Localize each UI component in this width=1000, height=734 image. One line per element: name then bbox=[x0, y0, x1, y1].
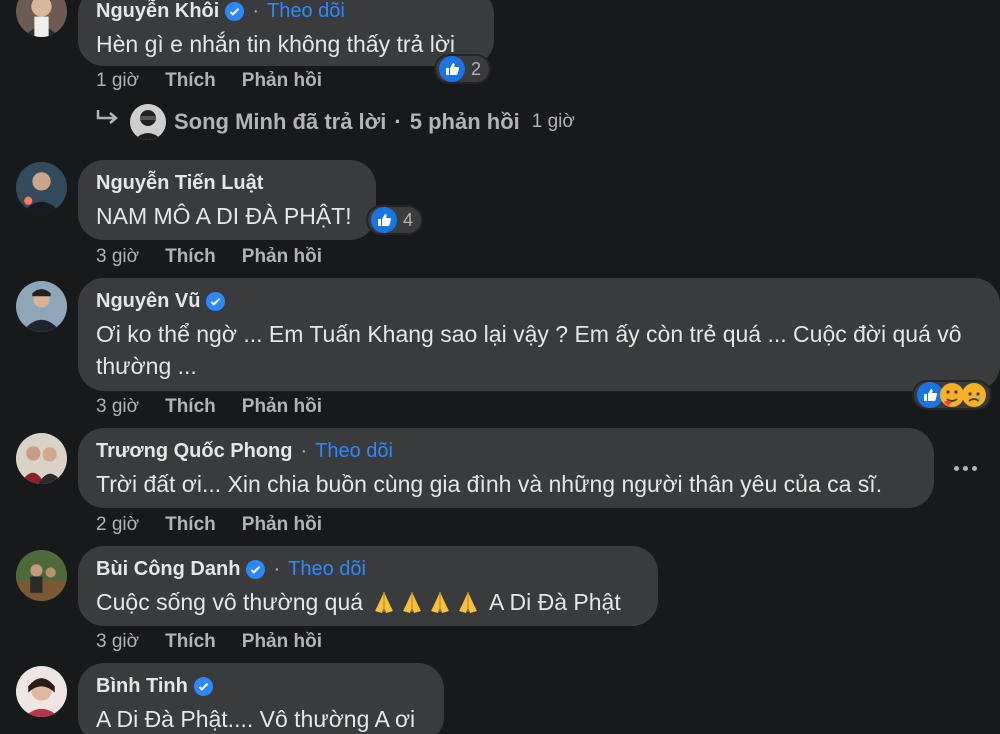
like-button[interactable]: Thích bbox=[165, 631, 216, 653]
comment-author[interactable]: Trương Quốc Phong bbox=[96, 438, 292, 464]
comment-text-main: Cuộc sống vô thường quá bbox=[96, 589, 364, 615]
comment-actions: 3 giờ Thích Phản hồi bbox=[96, 631, 322, 653]
like-icon bbox=[371, 207, 397, 233]
comment-text: Cuộc sống vô thường quá A Di Đà Phật bbox=[96, 586, 640, 618]
reply-button[interactable]: Phản hồi bbox=[242, 396, 322, 418]
separator-dot: · bbox=[300, 440, 308, 462]
replies-count: 5 phản hồi bbox=[409, 109, 520, 134]
comment-bubble: Nguyễn Khôi · Theo dõi Hèn gì e nhắn tin… bbox=[78, 0, 494, 66]
separator-dot: · bbox=[273, 558, 281, 580]
folded-hands-emoji-group bbox=[371, 589, 481, 615]
like-button[interactable]: Thích bbox=[165, 396, 216, 418]
verified-badge-icon bbox=[225, 1, 245, 21]
comment-bubble: Nguyễn Tiến Luật NAM MÔ A DI ĐÀ PHẬT! bbox=[78, 160, 376, 240]
comment-author[interactable]: Nguyên Vũ bbox=[96, 288, 200, 314]
like-icon bbox=[439, 56, 465, 82]
reaction-summary[interactable]: 2 bbox=[434, 54, 492, 84]
folded-hands-emoji bbox=[375, 592, 394, 613]
comment-actions: 3 giờ Thích Phản hồi bbox=[96, 396, 322, 418]
reply-button[interactable]: Phản hồi bbox=[242, 514, 322, 536]
reply-button[interactable]: Phản hồi bbox=[242, 70, 322, 92]
comment-text: Ơi ko thể ngờ ... Em Tuấn Khang sao lại … bbox=[96, 321, 962, 379]
folded-hands-emoji bbox=[431, 592, 450, 613]
avatar[interactable] bbox=[16, 666, 67, 717]
separator-dot: · bbox=[252, 0, 260, 22]
replies-time: 1 giờ bbox=[531, 111, 575, 132]
reaction-count: 4 bbox=[403, 209, 414, 230]
replies-summary: Song Minh đã trả lời bbox=[174, 109, 387, 134]
reply-arrow-icon bbox=[94, 107, 122, 137]
comment-time[interactable]: 3 giờ bbox=[96, 631, 139, 653]
comment-time[interactable]: 1 giờ bbox=[96, 70, 139, 92]
comment-author[interactable]: Bùi Công Danh bbox=[96, 556, 240, 582]
comment-time[interactable]: 3 giờ bbox=[96, 396, 139, 418]
avatar[interactable] bbox=[16, 281, 67, 332]
avatar[interactable] bbox=[16, 162, 67, 213]
comment-author[interactable]: Bình Tinh bbox=[96, 673, 188, 699]
avatar bbox=[130, 104, 166, 140]
comment-author[interactable]: Nguyễn Tiến Luật bbox=[96, 170, 263, 196]
comment-text: Hèn gì e nhắn tin không thấy trả lời bbox=[96, 31, 456, 57]
avatar[interactable] bbox=[16, 433, 67, 484]
reply-button[interactable]: Phản hồi bbox=[242, 631, 322, 653]
comment-actions: 3 giờ Thích Phản hồi bbox=[96, 246, 322, 268]
comment-bubble: Bình Tinh A Di Đà Phật.... Vô thường A ơ… bbox=[78, 663, 444, 734]
comment-actions: 2 giờ Thích Phản hồi bbox=[96, 514, 322, 536]
comment-time[interactable]: 2 giờ bbox=[96, 514, 139, 536]
folded-hands-emoji bbox=[403, 592, 422, 613]
verified-badge-icon bbox=[206, 291, 226, 311]
follow-button[interactable]: Theo dõi bbox=[288, 556, 366, 582]
like-button[interactable]: Thích bbox=[165, 514, 216, 536]
follow-button[interactable]: Theo dõi bbox=[315, 438, 393, 464]
separator-dot: · bbox=[394, 109, 402, 134]
comment-text: NAM MÔ A DI ĐÀ PHẬT! bbox=[96, 203, 352, 229]
avatar[interactable] bbox=[16, 0, 67, 37]
avatar[interactable] bbox=[16, 550, 67, 601]
reaction-summary[interactable]: 4 bbox=[366, 205, 424, 235]
comment-actions: 1 giờ Thích Phản hồi bbox=[96, 70, 322, 92]
comment-text: Trời đất ơi... Xin chia buồn cùng gia đì… bbox=[96, 471, 883, 497]
sad-icon bbox=[961, 382, 987, 408]
comment-bubble: Trương Quốc Phong · Theo dõi Trời đất ơi… bbox=[78, 428, 934, 508]
like-button[interactable]: Thích bbox=[165, 70, 216, 92]
comment-text-suffix: A Di Đà Phật bbox=[489, 589, 621, 615]
reaction-summary[interactable] bbox=[912, 380, 992, 410]
comment-time[interactable]: 3 giờ bbox=[96, 246, 139, 268]
more-options-icon[interactable] bbox=[948, 454, 982, 482]
like-button[interactable]: Thích bbox=[165, 246, 216, 268]
reaction-count: 2 bbox=[471, 58, 482, 79]
comment-author[interactable]: Nguyễn Khôi bbox=[96, 0, 219, 24]
verified-badge-icon bbox=[193, 676, 213, 696]
follow-button[interactable]: Theo dõi bbox=[267, 0, 345, 24]
verified-badge-icon bbox=[246, 559, 266, 579]
view-replies-link[interactable]: Song Minh đã trả lời · 5 phản hồi 1 giờ bbox=[94, 104, 575, 140]
comment-bubble: Nguyên Vũ Ơi ko thể ngờ ... Em Tuấn Khan… bbox=[78, 278, 1000, 391]
comments-feed: Nguyễn Khôi · Theo dõi Hèn gì e nhắn tin… bbox=[0, 0, 1000, 734]
folded-hands-emoji bbox=[459, 592, 478, 613]
comment-text: A Di Đà Phật.... Vô thường A ơi bbox=[96, 706, 416, 732]
comment-bubble: Bùi Công Danh · Theo dõi Cuộc sống vô th… bbox=[78, 546, 658, 626]
reply-button[interactable]: Phản hồi bbox=[242, 246, 322, 268]
